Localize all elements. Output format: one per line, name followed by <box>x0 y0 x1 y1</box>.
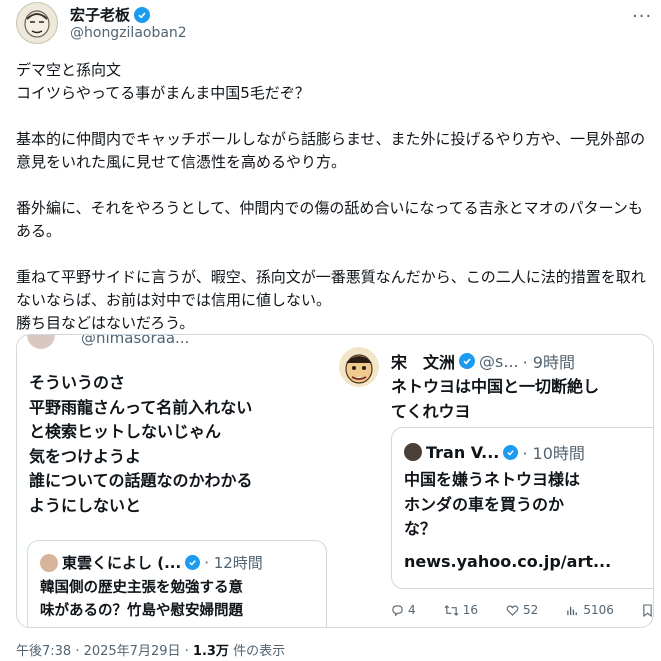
stat-likes: 52 <box>506 603 538 617</box>
stat-replies: 4 <box>391 603 416 617</box>
left-quote-text: 韓国側の歴史主張を勉強する意 味があるの？竹島や慰安婦問題 <box>40 580 243 619</box>
verified-badge-icon <box>185 555 201 570</box>
bookmark-icon <box>642 603 653 617</box>
like-icon <box>506 605 519 616</box>
verified-badge-icon <box>459 353 476 369</box>
right-quote-avatar <box>404 443 422 461</box>
stat-replies-count: 4 <box>408 603 416 617</box>
stat-views: 5106 <box>566 603 614 617</box>
right-quoted-tweet: Tran V... · 10時間 中国を嫌うネトウヨ様は ホンダの車を買うのか … <box>391 427 653 589</box>
author-handle[interactable]: @hongzilaoban2 <box>70 25 187 41</box>
left-quote-name: 東雲くによし (... <box>62 554 182 572</box>
post-meta: 午後7:38 · 2025年7月29日 · 1.3万 件の表示 <box>16 644 286 659</box>
right-time: · 9時間 <box>522 353 575 372</box>
right-handle: @s... <box>479 351 519 371</box>
right-quote-link: news.yahoo.co.jp/art... <box>404 552 612 571</box>
post-views-label: 件の表示 <box>233 644 286 659</box>
reply-icon <box>392 604 403 616</box>
left-quoted-tweet: 東雲くによし (... · 12時間 韓国側の歴史主張を勉強する意 味があるの？… <box>27 540 327 627</box>
screenshot-stats-row: 4 16 52 5106 <box>391 603 653 617</box>
post-attached-image[interactable]: @himasoraa... そういうのさ 平野雨龍さんって名前入れない と検索ヒ… <box>16 334 654 628</box>
stat-likes-count: 52 <box>523 603 539 617</box>
author-name-row[interactable]: 宏子老板 <box>70 4 151 25</box>
stat-views-count: 5106 <box>583 603 614 617</box>
right-tweet-text: ネトウヨは中国と一切断絶し てくれウヨ <box>391 377 600 421</box>
post-body: デマ空と孫向文 コイツらやってる事がまんま中国5毛だぞ？ 基本的に仲間内でキャッ… <box>16 61 646 332</box>
right-quote-time: · 10時間 <box>522 444 585 463</box>
views-icon <box>567 606 578 615</box>
more-icon[interactable]: ··· <box>632 6 652 27</box>
left-tweet-text: そういうのさ 平野雨龍さんって名前入れない と検索ヒットしないじゃん 気をつけよ… <box>29 373 253 515</box>
author-display-name[interactable]: 宏子老板 <box>70 4 130 25</box>
left-quote-avatar <box>40 553 58 572</box>
left-quote-time: · 12時間 <box>204 554 263 572</box>
right-avatar <box>339 347 379 387</box>
right-quote-name: Tran V... <box>426 442 500 462</box>
post-views-count: 1.3万 <box>192 644 229 659</box>
left-handle: @himasoraa... <box>81 334 190 347</box>
verified-badge-icon <box>503 444 519 460</box>
author-avatar[interactable] <box>16 2 58 44</box>
post-timestamp[interactable]: 午後7:38 · 2025年7月29日 <box>16 644 181 659</box>
stat-reposts: 16 <box>444 603 478 617</box>
right-quote-text: 中国を嫌うネトウヨ様は ホンダの車を買うのか な？ <box>404 470 581 538</box>
right-name: 宋 文洲 <box>391 353 456 372</box>
left-avatar <box>27 335 55 349</box>
verified-badge-icon <box>134 6 151 23</box>
stat-reposts-count: 16 <box>462 603 478 617</box>
repost-icon <box>444 604 459 616</box>
